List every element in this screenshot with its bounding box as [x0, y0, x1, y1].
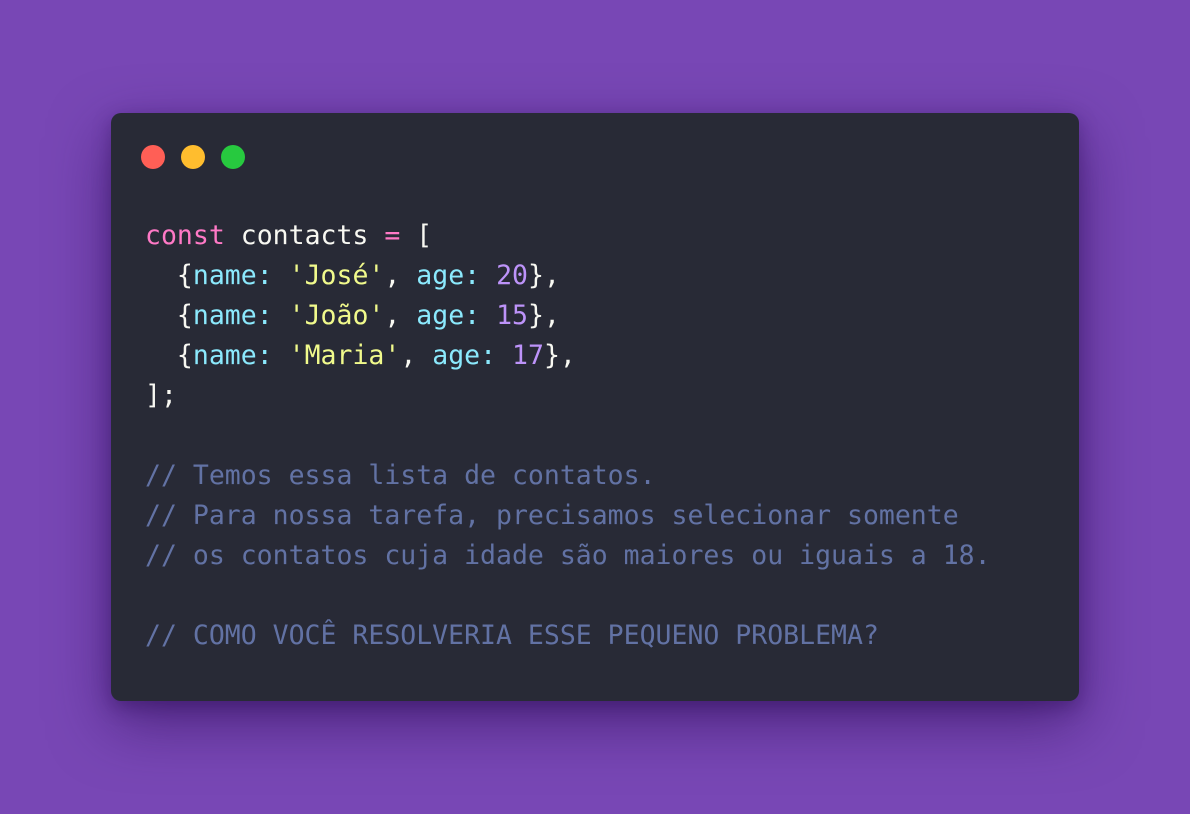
- code-line-5: ];: [145, 376, 991, 416]
- code-line-comment-3: // os contatos cuja idade são maiores ou…: [145, 536, 991, 576]
- comment: // Para nossa tarefa, precisamos selecio…: [145, 500, 959, 531]
- code-line-comment-2: // Para nossa tarefa, precisamos selecio…: [145, 496, 991, 536]
- assign-operator: =: [384, 220, 401, 251]
- entry-age: 17: [512, 340, 544, 371]
- open-bracket: [: [416, 220, 433, 251]
- comment: // COMO VOCÊ RESOLVERIA ESSE PEQUENO PRO…: [145, 620, 879, 651]
- code-block: const contacts = [ {name: 'José', age: 2…: [145, 216, 991, 656]
- code-line-4: {name: 'Maria', age: 17},: [176, 340, 576, 371]
- prop-name: name:: [192, 340, 273, 371]
- maximize-window-icon[interactable]: [221, 145, 245, 169]
- code-line-2: {name: 'José', age: 20},: [176, 260, 560, 291]
- keyword-const: const: [145, 220, 225, 251]
- prop-age: age:: [432, 340, 497, 371]
- entry-age: 20: [496, 260, 529, 291]
- prop-age: age:: [416, 300, 481, 331]
- entry-name: 'Maria': [288, 340, 401, 371]
- variable-name: contacts: [240, 220, 369, 251]
- entry-age: 15: [496, 300, 529, 331]
- comment: // os contatos cuja idade são maiores ou…: [145, 540, 991, 571]
- code-window: const contacts = [ {name: 'José', age: 2…: [111, 113, 1079, 701]
- code-line-1: const contacts = [: [145, 216, 991, 256]
- close-window-icon[interactable]: [141, 145, 165, 169]
- code-line-comment-4: // COMO VOCÊ RESOLVERIA ESSE PEQUENO PRO…: [145, 616, 991, 656]
- close-bracket: ];: [145, 380, 177, 411]
- minimize-window-icon[interactable]: [181, 145, 205, 169]
- entry-name: 'João': [288, 300, 385, 331]
- prop-name: name:: [192, 260, 273, 291]
- prop-age: age:: [416, 260, 481, 291]
- comment: // Temos essa lista de contatos.: [145, 460, 656, 491]
- code-line-comment-1: // Temos essa lista de contatos.: [145, 456, 991, 496]
- code-line-3: {name: 'João', age: 15},: [176, 300, 560, 331]
- entry-name: 'José': [288, 260, 385, 291]
- prop-name: name:: [192, 300, 273, 331]
